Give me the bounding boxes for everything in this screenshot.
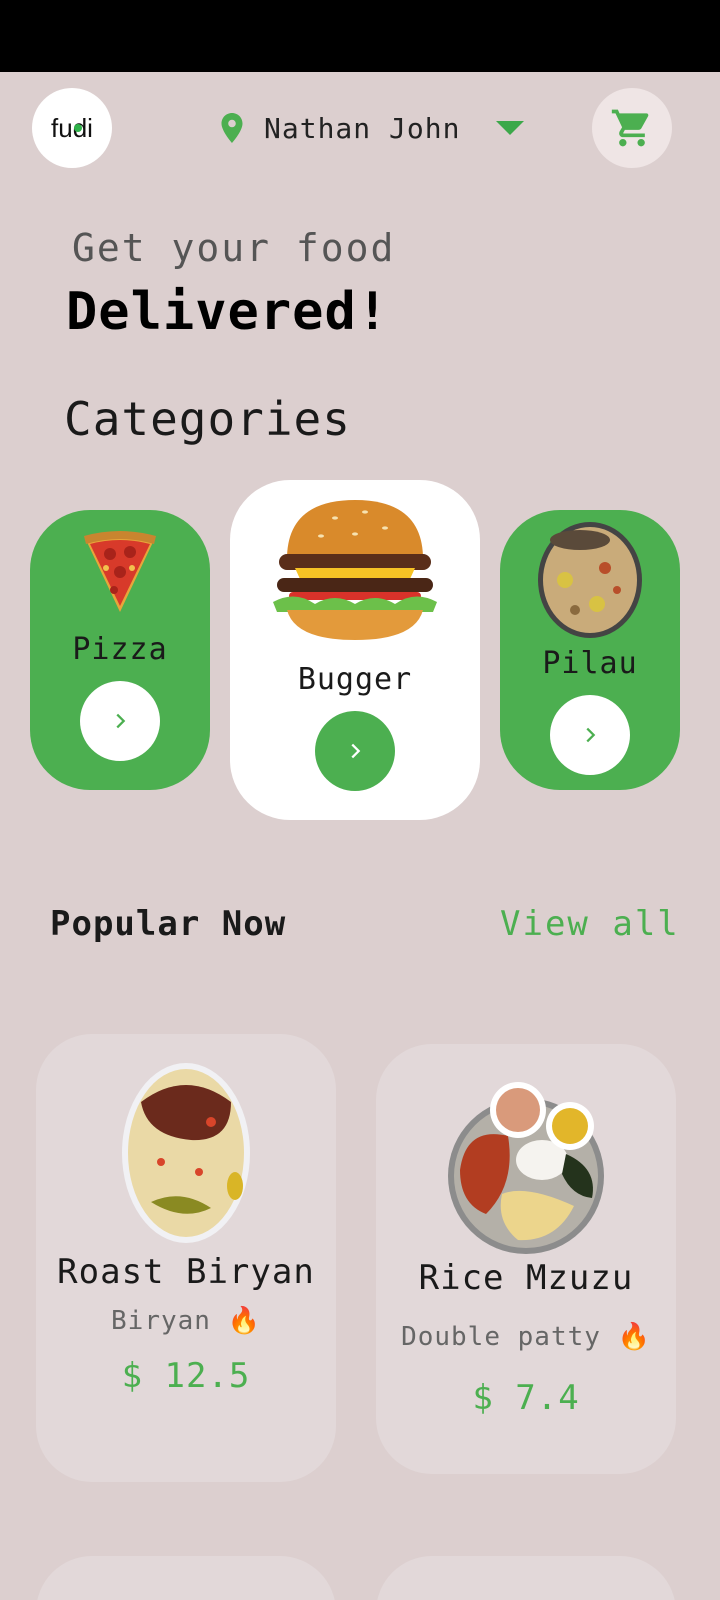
rice-mzuzu-image — [448, 1082, 604, 1254]
hero-title: Delivered! — [66, 282, 390, 342]
fire-icon: 🔥 — [617, 1322, 651, 1352]
category-label: Pizza — [72, 632, 168, 667]
category-open-button[interactable] — [80, 681, 160, 761]
category-open-button[interactable] — [550, 695, 630, 775]
hero-subtitle: Get your food — [72, 226, 396, 270]
food-subtitle: Double patty 🔥 — [401, 1322, 651, 1352]
burger-image — [273, 500, 437, 640]
food-subtitle: Biryan 🔥 — [111, 1306, 261, 1336]
food-card-partial[interactable] — [36, 1556, 336, 1600]
location-selector[interactable]: Nathan John — [214, 108, 525, 148]
chevron-right-icon — [351, 743, 361, 759]
category-card-pizza[interactable]: Pizza — [30, 510, 210, 790]
roast-biryan-image — [122, 1063, 250, 1243]
categories-title: Categories — [64, 392, 351, 446]
logo-text: fudi — [51, 112, 93, 143]
food-name: Rice Mzuzu — [418, 1258, 634, 1298]
category-card-bugger[interactable]: Bugger — [230, 480, 480, 820]
chevron-down-icon — [496, 121, 525, 135]
popular-title: Popular Now — [50, 904, 287, 944]
chevron-right-icon — [116, 713, 126, 729]
category-open-button[interactable] — [315, 711, 395, 791]
category-label: Pilau — [542, 646, 638, 681]
food-card-roast-biryan[interactable]: Roast Biryan Biryan 🔥 $ 12.5 — [36, 1034, 336, 1482]
view-all-link[interactable]: View all — [500, 904, 680, 944]
category-card-pilau[interactable]: Pilau — [500, 510, 680, 790]
app-logo[interactable]: fudi — [32, 88, 112, 168]
food-name: Roast Biryan — [57, 1252, 315, 1292]
pilau-plate-image — [538, 522, 642, 638]
food-card-partial[interactable] — [376, 1556, 676, 1600]
location-name: Nathan John — [264, 111, 461, 145]
food-price: $ 12.5 — [121, 1356, 251, 1396]
category-label: Bugger — [297, 662, 413, 697]
fire-icon: 🔥 — [227, 1306, 261, 1336]
cart-icon — [611, 109, 649, 147]
food-card-rice-mzuzu[interactable]: Rice Mzuzu Double patty 🔥 $ 7.4 — [376, 1044, 676, 1474]
food-price: $ 7.4 — [472, 1378, 580, 1418]
logo-dot — [74, 124, 82, 132]
location-pin-icon — [221, 113, 243, 143]
status-bar — [0, 0, 720, 72]
cart-button[interactable] — [592, 88, 672, 168]
pizza-slice-image — [84, 531, 156, 612]
chevron-right-icon — [586, 727, 596, 743]
